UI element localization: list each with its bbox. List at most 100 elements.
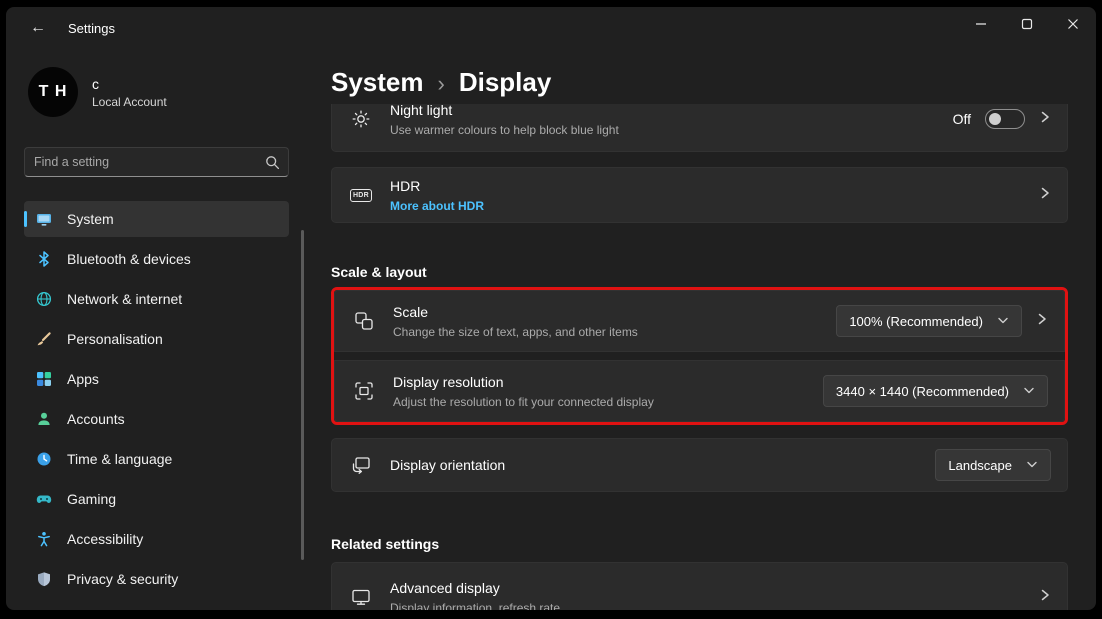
night-light-icon: [346, 109, 376, 129]
user-card[interactable]: T H c Local Account: [28, 67, 316, 117]
row-description: Display information, refresh rate: [390, 600, 560, 611]
row-title: Scale: [393, 303, 638, 321]
sidebar-item-label: Privacy & security: [67, 571, 178, 587]
search-icon: [265, 155, 280, 175]
row-description: Adjust the resolution to fit your connec…: [393, 394, 654, 410]
hdr-icon: HDR: [346, 189, 376, 202]
chevron-right-icon: [1039, 110, 1051, 129]
highlight-annotation: Scale Change the size of text, apps, and…: [331, 287, 1068, 425]
sidebar-item-system[interactable]: System: [24, 201, 289, 237]
orientation-dropdown-value: Landscape: [948, 458, 1012, 473]
scale-row[interactable]: Scale Change the size of text, apps, and…: [334, 290, 1065, 352]
sidebar-item-network[interactable]: Network & internet: [24, 281, 289, 317]
scale-text: Scale Change the size of text, apps, and…: [393, 303, 638, 340]
row-description: Change the size of text, apps, and other…: [393, 324, 638, 340]
settings-window: ← Settings T H c Local Account: [6, 7, 1096, 610]
section-heading-related: Related settings: [331, 534, 1068, 554]
scale-dropdown[interactable]: 100% (Recommended): [836, 305, 1022, 337]
toggle-knob: [989, 113, 1001, 125]
sidebar-item-bluetooth[interactable]: Bluetooth & devices: [24, 241, 289, 277]
chevron-right-icon: [1036, 312, 1048, 331]
sidebar-item-label: Network & internet: [67, 291, 182, 307]
hdr-text: HDR More about HDR: [390, 177, 484, 214]
advanced-display-icon: [346, 587, 376, 607]
night-light-text: Night light Use warmer colours to help b…: [390, 104, 619, 138]
minimize-icon: [975, 18, 987, 30]
breadcrumb: System › Display: [331, 67, 551, 98]
scale-icon: [349, 311, 379, 331]
orientation-dropdown[interactable]: Landscape: [935, 449, 1051, 481]
sidebar-nav: System Bluetooth & devices Network & int…: [24, 201, 289, 597]
sidebar-item-personalisation[interactable]: Personalisation: [24, 321, 289, 357]
close-button[interactable]: [1050, 7, 1096, 41]
resolution-text: Display resolution Adjust the resolution…: [393, 373, 654, 410]
window-title: Settings: [68, 21, 115, 36]
breadcrumb-separator-icon: ›: [438, 71, 445, 97]
chevron-down-icon: [997, 312, 1009, 330]
toggle-state-label: Off: [953, 111, 971, 127]
sidebar-item-accessibility[interactable]: Accessibility: [24, 521, 289, 557]
sidebar-item-privacy[interactable]: Privacy & security: [24, 561, 289, 597]
privacy-icon: [36, 571, 52, 587]
night-light-row[interactable]: Night light Use warmer colours to help b…: [331, 104, 1068, 152]
row-title: Display resolution: [393, 373, 654, 391]
resolution-dropdown-value: 3440 × 1440 (Recommended): [836, 384, 1009, 399]
sidebar-item-label: Apps: [67, 371, 99, 387]
row-title: HDR: [390, 177, 484, 195]
orientation-text: Display orientation: [390, 456, 505, 474]
night-light-toggle[interactable]: [985, 109, 1025, 129]
row-description: Use warmer colours to help block blue li…: [390, 122, 619, 138]
hdr-more-link[interactable]: More about HDR: [390, 198, 484, 214]
search-input[interactable]: [25, 148, 288, 176]
accessibility-icon: [36, 531, 52, 547]
sidebar-item-label: System: [67, 211, 114, 227]
hdr-row[interactable]: HDR HDR More about HDR: [331, 167, 1068, 223]
close-icon: [1067, 18, 1079, 30]
system-icon: [36, 211, 52, 227]
bluetooth-icon: [36, 251, 52, 267]
user-name: c: [92, 76, 167, 92]
settings-scroll-area: Night light Use warmer colours to help b…: [331, 104, 1068, 610]
chevron-right-icon: [1039, 588, 1051, 607]
back-arrow-icon: ←: [30, 19, 46, 37]
minimize-button[interactable]: [958, 7, 1004, 41]
display-orientation-row: Display orientation Landscape: [331, 438, 1068, 492]
advanced-display-text: Advanced display Display information, re…: [390, 579, 560, 611]
sidebar-item-time-language[interactable]: Time & language: [24, 441, 289, 477]
sidebar-item-label: Accessibility: [67, 531, 143, 547]
time-language-icon: [36, 451, 52, 467]
sidebar-item-gaming[interactable]: Gaming: [24, 481, 289, 517]
sidebar-item-accounts[interactable]: Accounts: [24, 401, 289, 437]
titlebar: ← Settings: [6, 7, 1096, 49]
sidebar-item-label: Personalisation: [67, 331, 163, 347]
scale-dropdown-value: 100% (Recommended): [849, 314, 983, 329]
chevron-down-icon: [1023, 382, 1035, 400]
gaming-icon: [36, 491, 52, 507]
display-resolution-row: Display resolution Adjust the resolution…: [334, 360, 1065, 422]
network-icon: [36, 291, 52, 307]
sidebar-scrollbar[interactable]: [301, 230, 304, 560]
accounts-icon: [36, 411, 52, 427]
resolution-dropdown[interactable]: 3440 × 1440 (Recommended): [823, 375, 1048, 407]
row-title: Night light: [390, 104, 619, 119]
resolution-icon: [349, 381, 379, 401]
sidebar: T H c Local Account System: [6, 49, 316, 610]
maximize-button[interactable]: [1004, 7, 1050, 41]
sidebar-item-label: Accounts: [67, 411, 125, 427]
sidebar-item-label: Time & language: [67, 451, 172, 467]
orientation-icon: [346, 455, 376, 475]
chevron-down-icon: [1026, 456, 1038, 474]
maximize-icon: [1021, 18, 1033, 30]
main-content: System › Display Night light Use warmer …: [316, 49, 1096, 610]
sidebar-item-label: Gaming: [67, 491, 116, 507]
account-type: Local Account: [92, 95, 167, 109]
back-button[interactable]: ←: [22, 13, 54, 43]
selected-indicator: [24, 211, 27, 227]
sidebar-item-apps[interactable]: Apps: [24, 361, 289, 397]
row-title: Advanced display: [390, 579, 560, 597]
apps-icon: [36, 371, 52, 387]
row-title: Display orientation: [390, 456, 505, 474]
advanced-display-row[interactable]: Advanced display Display information, re…: [331, 562, 1068, 610]
breadcrumb-parent[interactable]: System: [331, 67, 424, 98]
sidebar-item-label: Bluetooth & devices: [67, 251, 191, 267]
